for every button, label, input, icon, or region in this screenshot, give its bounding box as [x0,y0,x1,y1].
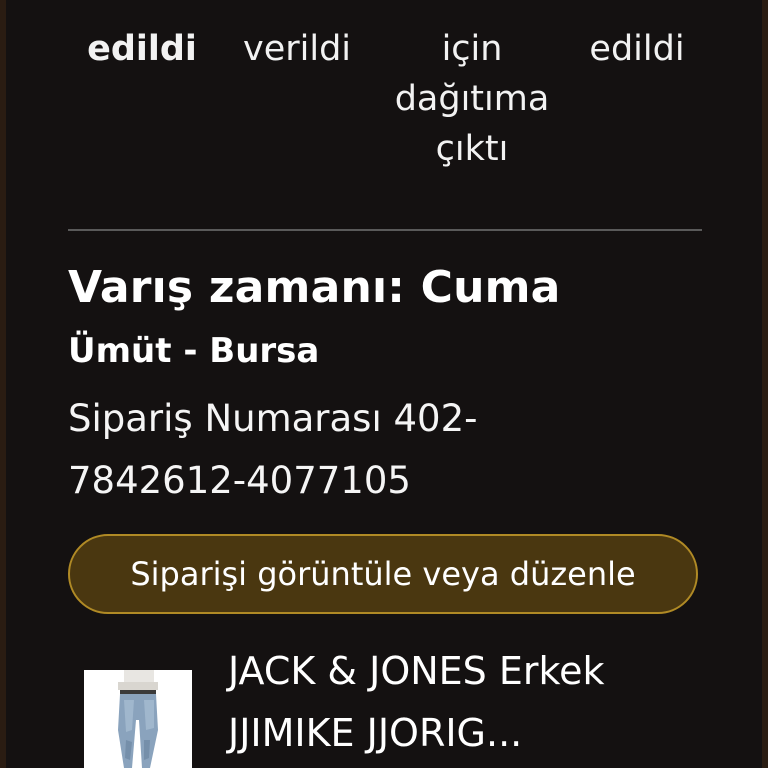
shipment-progress-tracker: edildi verildi için dağıtıma çıktı edild… [0,0,768,210]
jeans-product-photo-icon [84,670,192,768]
product-list-item[interactable]: JACK & JONES Erkek JJIMIKE JJORIG... [0,640,768,768]
product-image[interactable] [84,670,192,768]
step-ordered-label: edildi [87,29,197,69]
arrival-time: Varış zamanı: Cuma [68,262,561,313]
step-out-for-delivery-label: için dağıtıma çıktı [394,29,550,169]
view-edit-order-button[interactable]: Siparişi görüntüle veya düzenle [68,534,698,614]
section-divider [68,229,702,231]
step-delivered-label: edildi [589,29,685,69]
order-number: Sipariş Numarası 402-7842612-4077105 [68,397,478,502]
recipient-location: Ümüt - Bursa [68,331,320,371]
product-title[interactable]: JACK & JONES Erkek JJIMIKE JJORIG... [228,640,698,764]
step-shipped-label: verildi [242,29,352,69]
order-tracking-screen: edildi verildi için dağıtıma çıktı edild… [0,0,768,768]
